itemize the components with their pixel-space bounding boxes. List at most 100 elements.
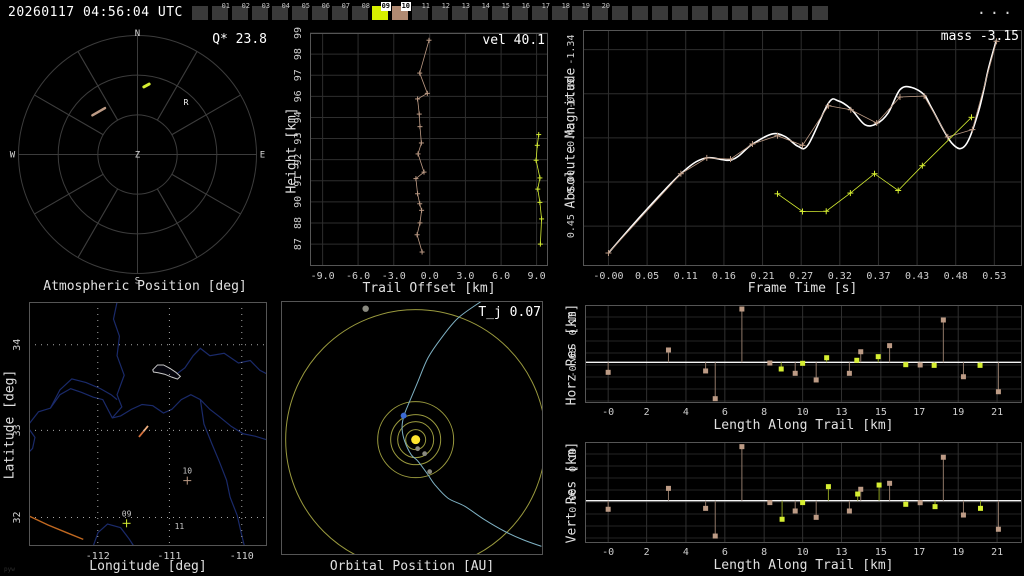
svg-text:2: 2 — [644, 407, 650, 418]
tracking-console: 20260117 04:56:04 UTC 01 02 03 04 05 06 07 08 09… — [0, 0, 1024, 576]
frame-thumb-blank[interactable] — [632, 6, 648, 20]
svg-text:W: W — [10, 151, 16, 161]
frame-thumb-14[interactable]: 14 — [472, 2, 490, 20]
svg-text:N: N — [135, 29, 140, 39]
svg-text:11: 11 — [175, 522, 185, 531]
trail-offset-chart: -9.0 -6.0 -3.0 0.0 3.0 6.0 9.09998979694939291… — [293, 27, 548, 282]
frame-thumb-blank[interactable] — [772, 6, 788, 20]
frame-thumb-blank[interactable] — [192, 6, 208, 20]
frame-thumb-20[interactable]: 20 — [592, 2, 610, 20]
frame-thumb-15[interactable]: 15 — [492, 2, 510, 20]
vert-length-xlabel: Length Along Trail [km] — [713, 558, 894, 573]
atmospheric-position-chart: NSW EZR — [10, 29, 265, 287]
frame-thumb-16[interactable]: 16 — [512, 2, 530, 20]
frame-thumb-blank[interactable] — [752, 6, 768, 20]
frame-number: 15 — [501, 2, 510, 10]
frame-thumb-blank[interactable] — [672, 6, 688, 20]
orbital-position-chart — [281, 301, 543, 555]
frame-number: 18 — [561, 2, 570, 10]
frame-number: 07 — [341, 2, 350, 10]
svg-text:32: 32 — [12, 511, 23, 523]
frame-number: 01 — [221, 2, 230, 10]
frame-thumb-10[interactable]: 10 — [392, 2, 411, 20]
frame-thumb-13[interactable]: 13 — [452, 2, 470, 20]
frame-time-xlabel: Frame Time [s] — [747, 281, 858, 296]
frame-thumb-blank[interactable] — [652, 6, 668, 20]
svg-text:15: 15 — [875, 547, 887, 558]
frame-number: 13 — [461, 2, 470, 10]
frame-thumb-blank[interactable] — [812, 6, 828, 20]
height-ylabel: Height [km] — [284, 107, 300, 194]
svg-text:87: 87 — [293, 238, 304, 250]
horizontal-residuals-chart: -0 2 4 6 8 10 13 15 17 19 210.15-0.00 — [568, 305, 1022, 418]
frame-thumb-07[interactable]: 07 — [332, 2, 350, 20]
light-curve-chart: -0.00 0.05 0.11 0.16 0.21 0.27 0.32 0.37 0.43 0.4… — [566, 30, 1022, 282]
horz-length-xlabel: Length Along Trail [km] — [713, 418, 894, 433]
vert-res-ylabel: Vert Res [km] — [564, 441, 580, 544]
svg-text:-0: -0 — [602, 547, 614, 558]
frame-thumb-09[interactable]: 09 — [372, 2, 391, 20]
svg-text:19: 19 — [952, 407, 964, 418]
svg-text:8: 8 — [761, 547, 767, 558]
frame-thumb-02[interactable]: 02 — [232, 2, 250, 20]
svg-text:Z: Z — [135, 151, 141, 161]
frame-thumb-12[interactable]: 12 — [432, 2, 450, 20]
frame-thumb-06[interactable]: 06 — [312, 2, 330, 20]
frame-number: 02 — [241, 2, 250, 10]
frame-thumb-blank[interactable] — [792, 6, 808, 20]
svg-text:0.45: 0.45 — [566, 214, 577, 238]
svg-text:88: 88 — [293, 217, 304, 229]
frame-number: 10 — [400, 2, 411, 11]
svg-text:4: 4 — [683, 547, 689, 558]
svg-text:21: 21 — [991, 547, 1003, 558]
svg-text:34: 34 — [12, 339, 23, 351]
frame-number: 04 — [281, 2, 290, 10]
frame-thumb-04[interactable]: 04 — [272, 2, 290, 20]
svg-text:-0: -0 — [602, 407, 614, 418]
frame-thumb-blank[interactable] — [712, 6, 728, 20]
frame-thumb-08[interactable]: 08 — [352, 2, 370, 20]
svg-text:6: 6 — [722, 407, 728, 418]
latitude-ylabel: Latitude [deg] — [2, 369, 18, 480]
svg-text:10: 10 — [797, 407, 809, 418]
frame-thumb-blank[interactable] — [612, 6, 628, 20]
frame-thumb-01[interactable]: 01 — [212, 2, 230, 20]
frame-number: 11 — [421, 2, 430, 10]
svg-text:97: 97 — [293, 69, 304, 81]
svg-text:15: 15 — [875, 407, 887, 418]
svg-text:13: 13 — [835, 547, 847, 558]
tisserand-annotation: T_j 0.07 — [478, 305, 541, 320]
frame-thumb-blank[interactable] — [692, 6, 708, 20]
svg-text:-1.34: -1.34 — [566, 35, 577, 65]
atmospheric-position-title: Atmospheric Position [deg] — [43, 279, 247, 294]
frame-thumbnail-strip: 01 02 03 04 05 06 07 08 09 10 11 12 13 14 15 16 17 18 19 20 — [0, 0, 1024, 28]
svg-text:09: 09 — [122, 509, 132, 518]
horz-res-ylabel: Horz Res [km] — [564, 303, 580, 406]
frame-thumb-19[interactable]: 19 — [572, 2, 590, 20]
frame-thumb-18[interactable]: 18 — [552, 2, 570, 20]
vertical-residuals-chart: -0 2 4 6 8 10 13 15 17 19 210.190.00 — [568, 442, 1022, 558]
svg-text:6: 6 — [722, 547, 728, 558]
svg-text:4: 4 — [683, 407, 689, 418]
overflow-menu-button[interactable]: ... — [977, 0, 1016, 18]
trail-offset-xlabel: Trail Offset [km] — [362, 281, 496, 296]
frame-number: 05 — [301, 2, 310, 10]
frame-thumb-03[interactable]: 03 — [252, 2, 270, 20]
frame-number: 17 — [541, 2, 550, 10]
q-value-annotation: Q* 23.8 — [212, 32, 267, 47]
svg-text:21: 21 — [991, 407, 1003, 418]
frame-number: 12 — [441, 2, 450, 10]
frame-thumb-05[interactable]: 05 — [292, 2, 310, 20]
svg-text:8: 8 — [761, 407, 767, 418]
frame-thumb-blank[interactable] — [732, 6, 748, 20]
frame-number: 14 — [481, 2, 490, 10]
svg-text:17: 17 — [913, 407, 925, 418]
frame-number: 09 — [380, 2, 391, 11]
frame-number: 16 — [521, 2, 530, 10]
svg-text:17: 17 — [913, 547, 925, 558]
frame-number: 19 — [581, 2, 590, 10]
frame-number: 20 — [601, 2, 610, 10]
frame-thumb-17[interactable]: 17 — [532, 2, 550, 20]
frame-thumb-11[interactable]: 11 — [412, 2, 430, 20]
svg-text:R: R — [184, 98, 189, 107]
